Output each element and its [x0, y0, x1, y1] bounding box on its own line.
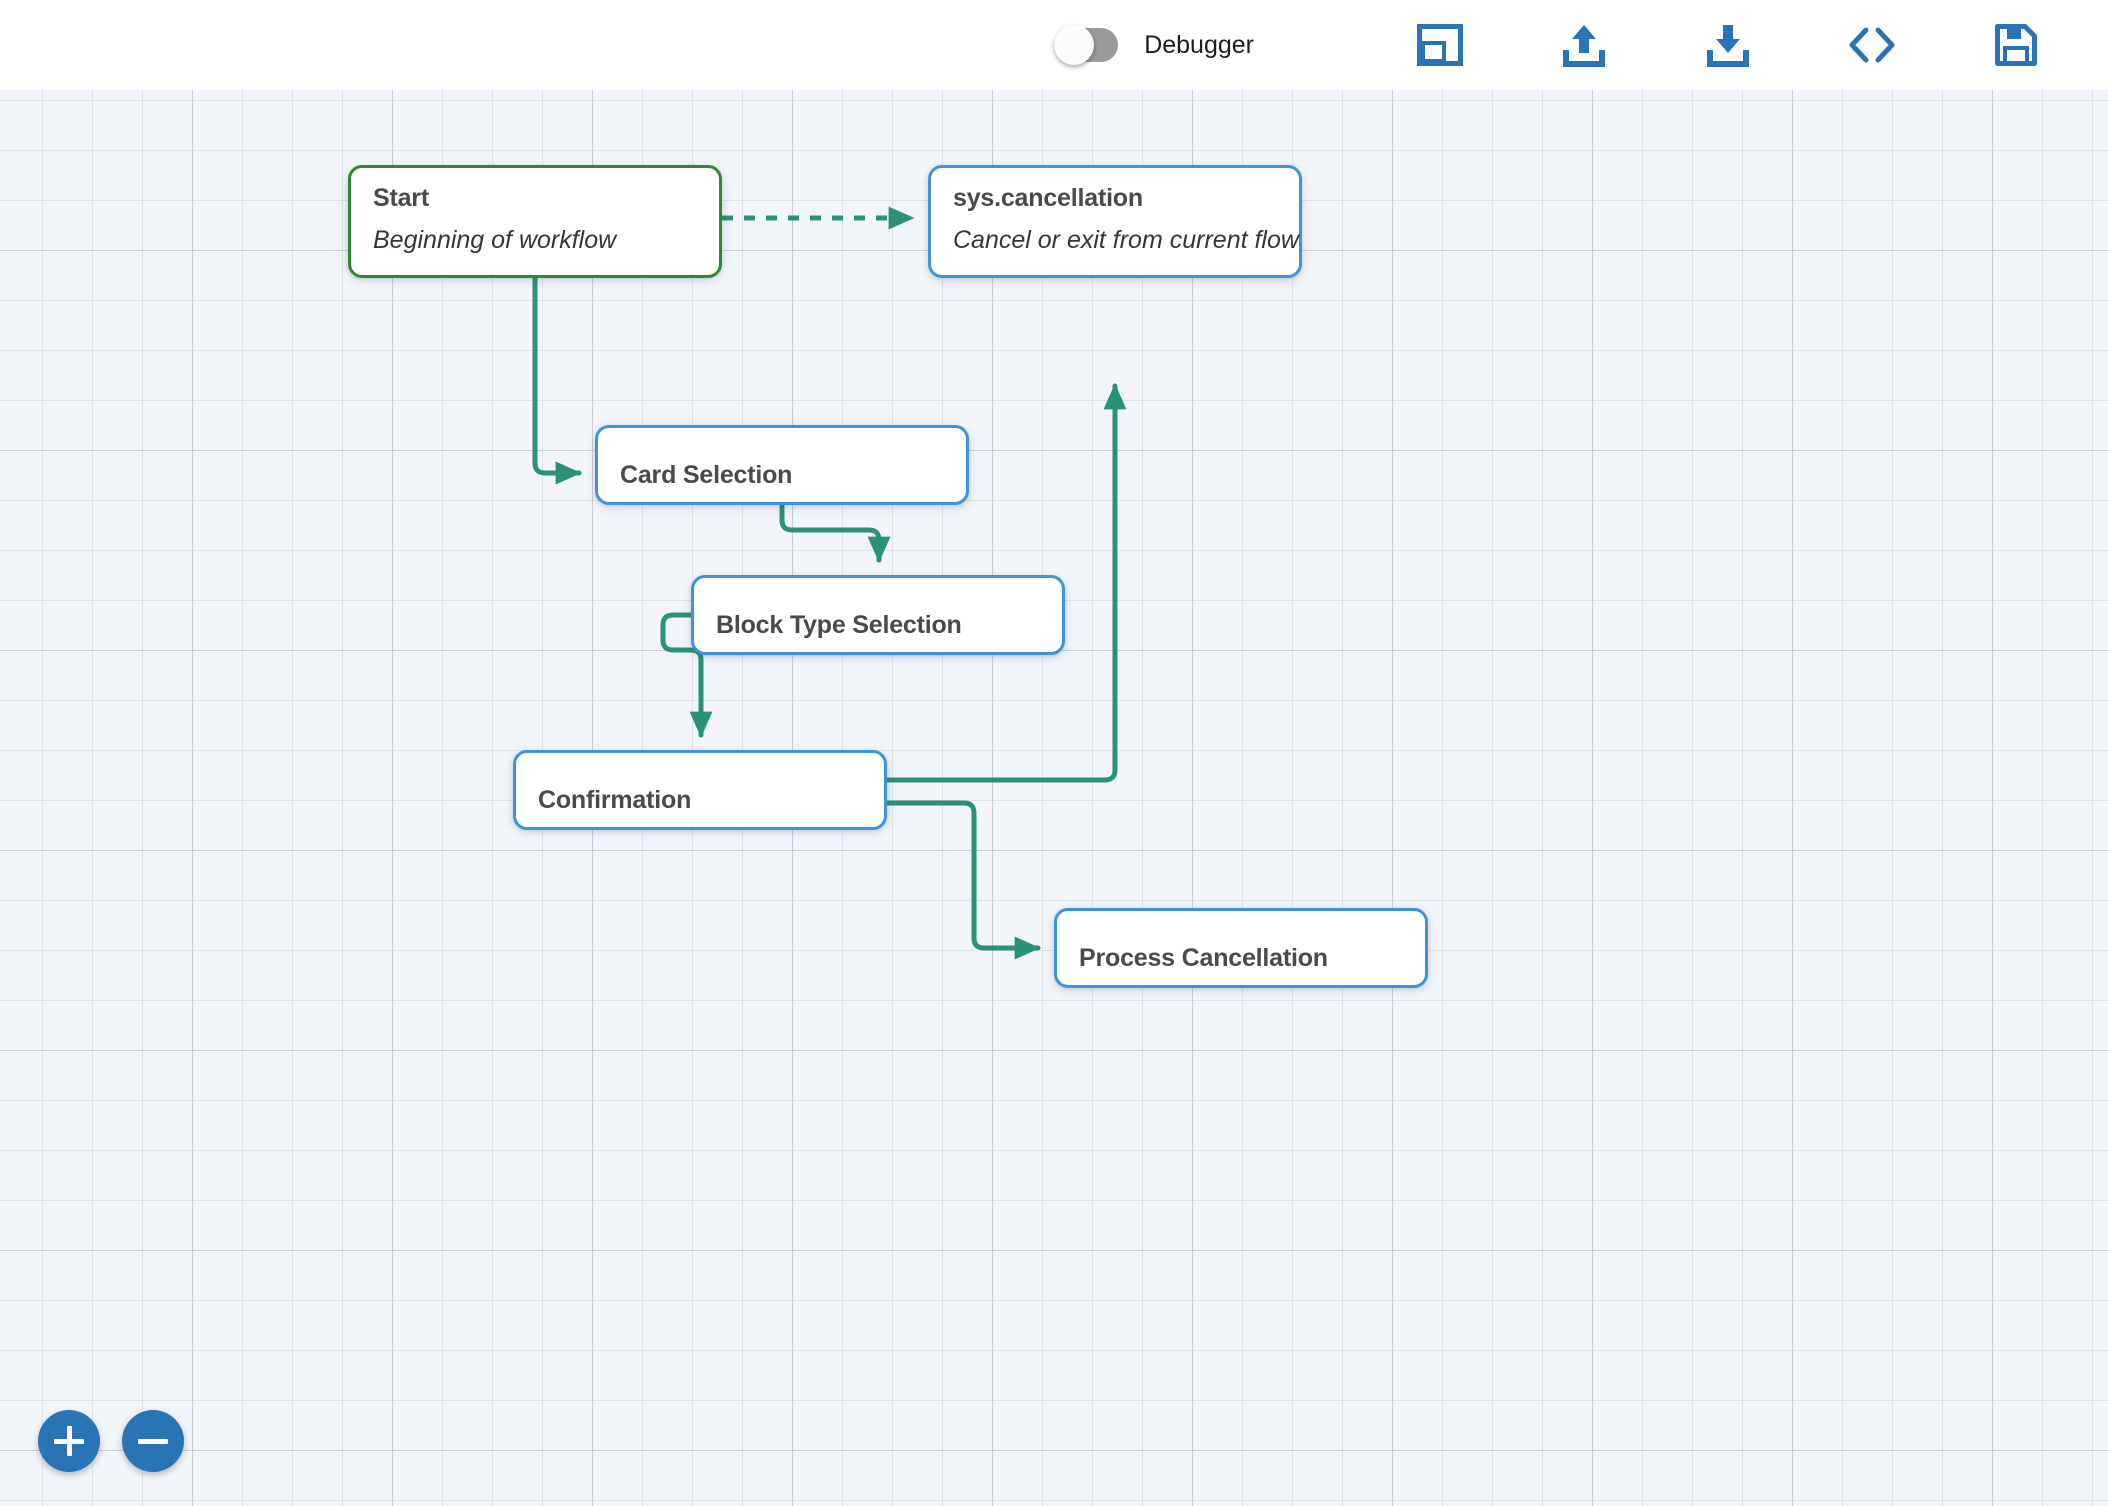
node-subtitle: Cancel or exit from current flow	[953, 226, 1299, 254]
upload-button[interactable]	[1548, 9, 1620, 81]
edge-confirmation-to-process	[884, 800, 1041, 960]
node-subtitle: Beginning of workflow	[373, 226, 617, 254]
save-floppy-icon	[1994, 23, 2038, 67]
node-title: Card Selection	[620, 461, 793, 489]
layout-panel-icon	[1417, 24, 1463, 66]
zoom-out-button[interactable]	[122, 1410, 184, 1472]
minus-icon	[138, 1426, 168, 1456]
zoom-controls	[38, 1410, 184, 1472]
save-button[interactable]	[1980, 9, 2052, 81]
toggle-knob	[1054, 25, 1095, 65]
plus-icon	[54, 1426, 84, 1456]
node-title: Confirmation	[538, 786, 692, 814]
node-title: sys.cancellation	[953, 184, 1143, 212]
node-sys-cancellation[interactable]: sys.cancellation Cancel or exit from cur…	[928, 165, 1302, 278]
node-title: Block Type Selection	[716, 611, 962, 639]
node-title: Process Cancellation	[1079, 944, 1328, 972]
upload-icon	[1561, 22, 1607, 68]
node-process-cancellation[interactable]: Process Cancellation	[1054, 908, 1428, 988]
edge-card-to-block-type	[779, 502, 891, 563]
code-brackets-icon	[1846, 24, 1898, 66]
node-card-selection[interactable]: Card Selection	[595, 425, 969, 505]
zoom-in-button[interactable]	[38, 1410, 100, 1472]
node-start[interactable]: Start Beginning of workflow	[348, 165, 722, 278]
toolbar-controls: Debugger	[1054, 9, 2052, 81]
node-title: Start	[373, 184, 429, 212]
edges-layer	[532, 206, 1127, 960]
layout-panel-button[interactable]	[1404, 9, 1476, 81]
node-block-type-selection[interactable]: Block Type Selection	[691, 575, 1065, 655]
debugger-toggle[interactable]	[1054, 25, 1119, 65]
workflow-editor: Debugger Start Beginning of workflow sys…	[0, 0, 2108, 1506]
node-confirmation[interactable]: Confirmation	[513, 750, 887, 830]
top-toolbar: Debugger	[0, 0, 2108, 90]
debugger-label: Debugger	[1144, 30, 1254, 59]
workflow-canvas[interactable]: Start Beginning of workflow sys.cancella…	[0, 90, 2108, 1506]
edge-start-to-card-selection	[532, 275, 582, 485]
view-code-button[interactable]	[1836, 9, 1908, 81]
download-button[interactable]	[1692, 9, 1764, 81]
debugger-toggle-group: Debugger	[1054, 25, 1254, 65]
download-icon	[1705, 22, 1751, 68]
